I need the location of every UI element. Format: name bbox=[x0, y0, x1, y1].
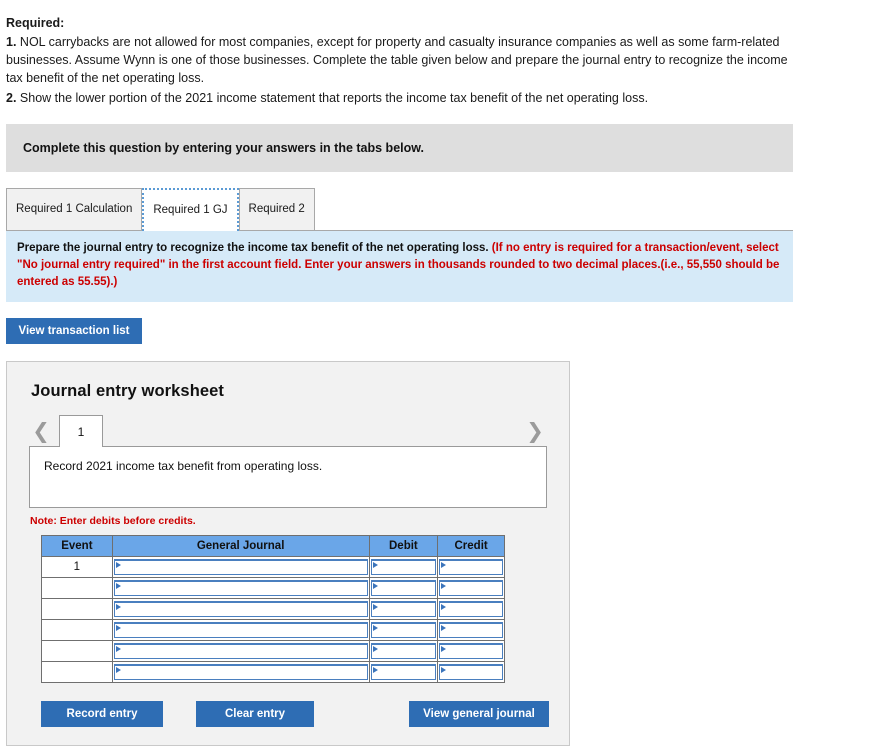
cell-event bbox=[41, 640, 113, 663]
worksheet-pager: ❮ 1 ❯ bbox=[29, 415, 547, 448]
worksheet-title: Journal entry worksheet bbox=[31, 382, 225, 401]
view-general-journal-button[interactable]: View general journal bbox=[409, 701, 549, 728]
credit-input[interactable] bbox=[439, 559, 503, 576]
tab-required-2-label: Required 2 bbox=[248, 203, 305, 216]
cell-credit[interactable] bbox=[437, 598, 505, 621]
cell-debit[interactable] bbox=[368, 598, 439, 621]
complete-question-banner-text: Complete this question by entering your … bbox=[23, 140, 424, 155]
credit-input[interactable] bbox=[439, 601, 503, 618]
cell-event bbox=[41, 661, 113, 684]
tab-required-1-calculation-label: Required 1 Calculation bbox=[16, 203, 133, 216]
record-entry-button[interactable]: Record entry bbox=[41, 701, 163, 728]
required-heading: Required: bbox=[6, 16, 65, 30]
cell-event bbox=[41, 577, 113, 600]
debit-input[interactable] bbox=[370, 643, 437, 660]
worksheet-description-text: Record 2021 income tax benefit from oper… bbox=[44, 459, 323, 474]
cell-event: 1 bbox=[41, 556, 113, 579]
general-journal-account-select[interactable] bbox=[113, 643, 368, 660]
general-journal-account-select[interactable] bbox=[113, 559, 368, 576]
credit-input[interactable] bbox=[439, 622, 503, 639]
required-item-1-text: NOL carrybacks are not allowed for most … bbox=[6, 35, 788, 86]
tab-strip: Required 1 Calculation Required 1 GJ Req… bbox=[6, 187, 793, 231]
chevron-right-icon[interactable]: ❯ bbox=[523, 420, 547, 442]
instruction-text-black: Prepare the journal entry to recognize t… bbox=[17, 241, 492, 254]
chevron-left-icon[interactable]: ❮ bbox=[29, 420, 53, 442]
view-transaction-list-button[interactable]: View transaction list bbox=[6, 318, 142, 345]
cell-general-journal[interactable] bbox=[111, 619, 370, 642]
cell-debit[interactable] bbox=[368, 556, 439, 579]
credit-input[interactable] bbox=[439, 643, 503, 660]
credit-input[interactable] bbox=[439, 580, 503, 597]
cell-general-journal[interactable] bbox=[111, 661, 370, 684]
worksheet-footer: Record entry Clear entry View general jo… bbox=[41, 701, 549, 728]
column-header-general-journal: General Journal bbox=[111, 535, 370, 558]
table-row: 1 bbox=[41, 556, 505, 579]
tab-required-1-gj-label: Required 1 GJ bbox=[153, 204, 228, 217]
debit-input[interactable] bbox=[370, 580, 437, 597]
general-journal-account-select[interactable] bbox=[113, 664, 368, 681]
cell-debit[interactable] bbox=[368, 640, 439, 663]
clear-entry-button[interactable]: Clear entry bbox=[196, 701, 314, 728]
required-item-1: 1. NOL carrybacks are not allowed for mo… bbox=[6, 33, 806, 87]
worksheet-page-tab-1[interactable]: 1 bbox=[59, 415, 103, 448]
debits-before-credits-note: Note: Enter debits before credits. bbox=[30, 515, 196, 528]
required-item-2-text: Show the lower portion of the 2021 incom… bbox=[16, 90, 649, 105]
cell-debit[interactable] bbox=[368, 619, 439, 642]
tab-required-1-gj[interactable]: Required 1 GJ bbox=[142, 187, 239, 231]
cell-credit[interactable] bbox=[437, 661, 505, 684]
debit-input[interactable] bbox=[370, 664, 437, 681]
cell-debit[interactable] bbox=[368, 577, 439, 600]
cell-event bbox=[41, 619, 113, 642]
worksheet-description-box: Record 2021 income tax benefit from oper… bbox=[29, 446, 547, 509]
required-item-2: 2. Show the lower portion of the 2021 in… bbox=[6, 89, 806, 107]
table-row bbox=[41, 619, 505, 642]
required-item-2-number: 2. bbox=[6, 90, 17, 105]
tab-required-2[interactable]: Required 2 bbox=[238, 187, 315, 230]
debit-input[interactable] bbox=[370, 622, 437, 639]
cell-event bbox=[41, 598, 113, 621]
general-journal-account-select[interactable] bbox=[113, 580, 368, 597]
worksheet-page-number: 1 bbox=[77, 424, 85, 439]
journal-entry-worksheet-panel: Journal entry worksheet ❮ 1 ❯ Record 202… bbox=[6, 361, 570, 746]
credit-input[interactable] bbox=[439, 664, 503, 681]
table-row bbox=[41, 640, 505, 663]
general-journal-account-select[interactable] bbox=[113, 622, 368, 639]
required-item-1-number: 1. bbox=[6, 35, 17, 50]
required-prompt: Required: 1. NOL carrybacks are not allo… bbox=[0, 0, 818, 107]
cell-credit[interactable] bbox=[437, 619, 505, 642]
column-header-event: Event bbox=[41, 535, 113, 558]
instruction-box: Prepare the journal entry to recognize t… bbox=[6, 230, 793, 303]
cell-debit[interactable] bbox=[368, 661, 439, 684]
cell-general-journal[interactable] bbox=[111, 577, 370, 600]
table-row bbox=[41, 577, 505, 600]
journal-table-header-row: Event General Journal Debit Credit bbox=[41, 535, 505, 558]
cell-general-journal[interactable] bbox=[111, 598, 370, 621]
tab-required-1-calculation[interactable]: Required 1 Calculation bbox=[6, 187, 143, 230]
complete-question-banner: Complete this question by entering your … bbox=[6, 123, 793, 172]
column-header-credit: Credit bbox=[437, 535, 505, 558]
cell-credit[interactable] bbox=[437, 577, 505, 600]
cell-credit[interactable] bbox=[437, 556, 505, 579]
general-journal-account-select[interactable] bbox=[113, 601, 368, 618]
table-row bbox=[41, 598, 505, 621]
journal-entry-table: Event General Journal Debit Credit 1 bbox=[41, 535, 505, 684]
column-header-debit: Debit bbox=[368, 535, 439, 558]
debit-input[interactable] bbox=[370, 601, 437, 618]
table-row bbox=[41, 661, 505, 684]
cell-credit[interactable] bbox=[437, 640, 505, 663]
cell-general-journal[interactable] bbox=[111, 640, 370, 663]
debit-input[interactable] bbox=[370, 559, 437, 576]
cell-general-journal[interactable] bbox=[111, 556, 370, 579]
